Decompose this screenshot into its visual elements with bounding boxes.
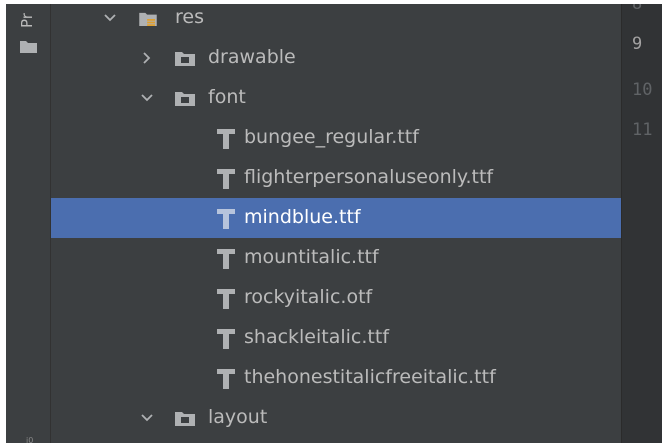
tool-window-strip: Pr i0: [6, 4, 51, 443]
font-file-icon: [217, 289, 235, 309]
tree-row-label: res: [175, 6, 204, 28]
strip-bottom-label: i0: [26, 436, 34, 443]
editor-gutter: 8 9 10 11: [622, 4, 662, 443]
tree-row-font-file-selected[interactable]: mindblue.ttf: [51, 198, 621, 238]
project-tool-window: Pr i0 res drawable font bungee_regular.t…: [6, 4, 662, 443]
tree-row-label: flighterpersonaluseonly.ttf: [244, 166, 494, 188]
line-number: 9: [632, 34, 643, 54]
tree-row-label: mindblue.ttf: [244, 206, 361, 228]
line-number: 11: [632, 120, 653, 140]
tree-row-font-file[interactable]: rockyitalic.otf: [51, 278, 621, 318]
line-number: 10: [632, 80, 653, 100]
tree-row-label: rockyitalic.otf: [244, 286, 373, 308]
project-tab[interactable]: Pr: [18, 4, 40, 28]
font-file-icon: [217, 169, 235, 189]
tree-row-font-file[interactable]: flighterpersonaluseonly.ttf: [51, 158, 621, 198]
tree-row-label: drawable: [208, 46, 296, 68]
tree-row-label: shackleitalic.ttf: [244, 326, 390, 348]
tree-row-res[interactable]: res: [51, 4, 621, 38]
folder-icon: [175, 52, 195, 66]
tree-row-layout[interactable]: layout: [51, 398, 621, 438]
project-tab-label: Pr: [18, 13, 36, 28]
font-file-icon: [217, 249, 235, 269]
tree-row-label: font: [208, 86, 246, 108]
tree-row-label: bungee_regular.ttf: [244, 126, 419, 148]
font-file-icon: [217, 209, 235, 229]
tree-row-font-file[interactable]: thehonestitalicfreeitalic.ttf: [51, 358, 621, 398]
tree-row-font-file[interactable]: mountitalic.ttf: [51, 238, 621, 278]
chevron-down-icon[interactable]: [103, 11, 117, 25]
chevron-down-icon[interactable]: [140, 411, 154, 425]
tree-row-label: mountitalic.ttf: [244, 246, 379, 268]
font-file-icon: [217, 369, 235, 389]
chevron-right-icon[interactable]: [140, 51, 154, 65]
line-number: 8: [632, 4, 643, 14]
project-tree: res drawable font bungee_regular.ttf fli…: [51, 4, 621, 443]
font-file-icon: [217, 329, 235, 349]
folder-icon: [175, 412, 195, 426]
chevron-down-icon[interactable]: [140, 91, 154, 105]
folder-icon: [175, 92, 195, 106]
tree-row-drawable[interactable]: drawable: [51, 38, 621, 78]
folder-icon[interactable]: [20, 40, 37, 53]
font-file-icon: [217, 129, 235, 149]
resource-folder-icon: [139, 12, 157, 26]
tree-row-font-file[interactable]: shackleitalic.ttf: [51, 318, 621, 358]
tree-row-label: layout: [208, 406, 268, 428]
tree-row-font[interactable]: font: [51, 78, 621, 118]
tree-row-label: thehonestitalicfreeitalic.ttf: [244, 366, 496, 388]
tree-row-font-file[interactable]: bungee_regular.ttf: [51, 118, 621, 158]
